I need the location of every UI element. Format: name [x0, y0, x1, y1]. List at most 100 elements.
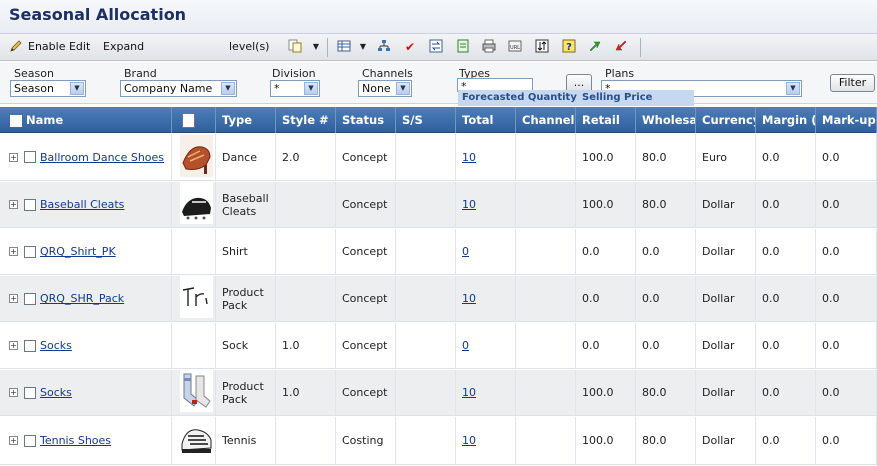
- column-header-type[interactable]: Type: [216, 107, 276, 133]
- cell-margin: 0.0: [756, 276, 816, 321]
- product-name-link[interactable]: Ballroom Dance Shoes: [40, 151, 164, 164]
- tennis-shoe-thumbnail[interactable]: [180, 418, 213, 463]
- socks-thumbnail[interactable]: [180, 370, 213, 415]
- expand-row-icon[interactable]: +: [9, 388, 18, 397]
- cell-margin: 0.0: [756, 182, 816, 227]
- column-header-name[interactable]: Name: [0, 107, 172, 133]
- season-select[interactable]: Season ▼: [10, 80, 86, 97]
- column-header-margin[interactable]: Margin (: [756, 107, 816, 133]
- enable-edit-button[interactable]: Enable Edit: [28, 38, 90, 56]
- svg-text:URL: URL: [510, 45, 520, 51]
- column-header-channel[interactable]: Channel: [516, 107, 576, 133]
- spreadsheet-icon[interactable]: [455, 39, 471, 55]
- swap-icon[interactable]: [428, 39, 444, 55]
- cell-type: Sock: [216, 323, 276, 368]
- cell-status: Concept: [336, 323, 396, 368]
- column-header-style[interactable]: Style #: [276, 107, 336, 133]
- svg-text:?: ?: [566, 42, 572, 53]
- select-all-checkbox[interactable]: [10, 114, 22, 127]
- column-header-total[interactable]: Total: [456, 107, 516, 133]
- cell-currency: Dollar: [696, 417, 756, 464]
- green-arrow-icon[interactable]: [587, 39, 603, 55]
- product-name-link[interactable]: Socks: [40, 386, 72, 399]
- column-header-ss[interactable]: S/S: [396, 107, 456, 133]
- row-checkbox[interactable]: [24, 245, 36, 258]
- expand-row-icon[interactable]: +: [9, 200, 18, 209]
- expand-row-icon[interactable]: +: [9, 152, 18, 162]
- column-header-currency[interactable]: Currency: [696, 107, 756, 133]
- grid-header: Name Type Style # Status S/S Total Chann…: [0, 107, 877, 133]
- url-icon[interactable]: URL: [507, 39, 523, 55]
- total-link[interactable]: 10: [462, 292, 476, 305]
- cell-total-link: 10: [456, 134, 516, 180]
- cell-wholesale: 80.0: [636, 134, 696, 180]
- cell-retail: 0.0: [576, 276, 636, 321]
- cell-total-link: 0: [456, 323, 516, 368]
- row-checkbox[interactable]: [24, 292, 36, 305]
- cell-wholesale: 80.0: [636, 370, 696, 415]
- dropdown-item-selling-price[interactable]: Selling Price: [582, 92, 652, 103]
- copy-icon[interactable]: [287, 39, 303, 55]
- product-name-link[interactable]: Tennis Shoes: [40, 434, 111, 447]
- checkmark-icon[interactable]: ✔: [402, 39, 418, 55]
- total-link[interactable]: 0: [462, 339, 469, 352]
- row-checkbox[interactable]: [24, 434, 36, 447]
- sort-icon[interactable]: [534, 39, 550, 55]
- product-name-link[interactable]: Socks: [40, 339, 72, 352]
- cell-status: Concept: [336, 276, 396, 321]
- cell-channel: [516, 182, 576, 227]
- total-link[interactable]: 10: [462, 434, 476, 447]
- cell-wholesale: 80.0: [636, 417, 696, 464]
- expand-row-icon[interactable]: +: [9, 247, 18, 256]
- cell-margin: 0.0: [756, 134, 816, 180]
- row-checkbox[interactable]: [24, 339, 36, 352]
- column-header-wholesale[interactable]: Wholesa: [636, 107, 696, 133]
- expand-row-icon[interactable]: +: [9, 341, 18, 350]
- cell-margin: 0.0: [756, 229, 816, 274]
- cell-retail: 0.0: [576, 229, 636, 274]
- dance-shoe-thumbnail[interactable]: [180, 134, 213, 180]
- cell-ss: [396, 229, 456, 274]
- product-name-link[interactable]: Baseball Cleats: [40, 198, 124, 211]
- row-checkbox[interactable]: [24, 151, 36, 163]
- division-value: *: [274, 82, 280, 95]
- dropdown-item-forecasted-quantity[interactable]: Forecasted Quantity: [462, 92, 577, 103]
- pencil-icon[interactable]: [8, 39, 24, 55]
- expand-row-icon[interactable]: +: [9, 294, 18, 303]
- total-link[interactable]: 0: [462, 245, 469, 258]
- sketch-thumbnail[interactable]: [180, 276, 213, 321]
- product-name-link[interactable]: QRQ_SHR_Pack: [40, 292, 124, 305]
- hierarchy-icon[interactable]: [376, 39, 392, 55]
- expand-row-icon[interactable]: +: [9, 436, 18, 445]
- column-header-markup[interactable]: Mark-up: [816, 107, 877, 133]
- total-link[interactable]: 10: [462, 198, 476, 211]
- product-name-link[interactable]: QRQ_Shirt_PK: [40, 245, 116, 258]
- column-header-status[interactable]: Status: [336, 107, 396, 133]
- total-link[interactable]: 10: [462, 151, 476, 164]
- brand-value: Company Name: [124, 82, 213, 95]
- image-column-icon: [182, 113, 195, 128]
- filter-button[interactable]: Filter: [830, 74, 875, 92]
- cell-image: [172, 229, 216, 274]
- grid-view-icon[interactable]: [336, 39, 352, 55]
- cell-name: + Ballroom Dance Shoes: [0, 134, 172, 180]
- cell-ss: [396, 417, 456, 464]
- red-arrow-icon[interactable]: [613, 39, 629, 55]
- cell-name: + Socks: [0, 370, 172, 415]
- total-link[interactable]: 10: [462, 386, 476, 399]
- dropdown-arrow-icon[interactable]: ▼: [308, 39, 324, 55]
- cell-channel: [516, 323, 576, 368]
- print-icon[interactable]: [481, 39, 497, 55]
- channels-select[interactable]: None ▼: [358, 80, 412, 97]
- row-checkbox[interactable]: [24, 198, 36, 211]
- season-value: Season: [14, 82, 54, 95]
- help-icon[interactable]: ?: [561, 39, 577, 55]
- cleat-thumbnail[interactable]: [180, 182, 213, 227]
- table-row: + Socks Sock 1.0 Concept 0 0.0 0.0 Dollar 0.0 0.0: [0, 323, 877, 369]
- dropdown-arrow-icon[interactable]: ▼: [355, 39, 371, 55]
- cell-name: + QRQ_Shirt_PK: [0, 229, 172, 274]
- column-header-retail[interactable]: Retail: [576, 107, 636, 133]
- row-checkbox[interactable]: [24, 386, 36, 399]
- division-select[interactable]: * ▼: [270, 80, 320, 97]
- brand-select[interactable]: Company Name ▼: [120, 80, 237, 97]
